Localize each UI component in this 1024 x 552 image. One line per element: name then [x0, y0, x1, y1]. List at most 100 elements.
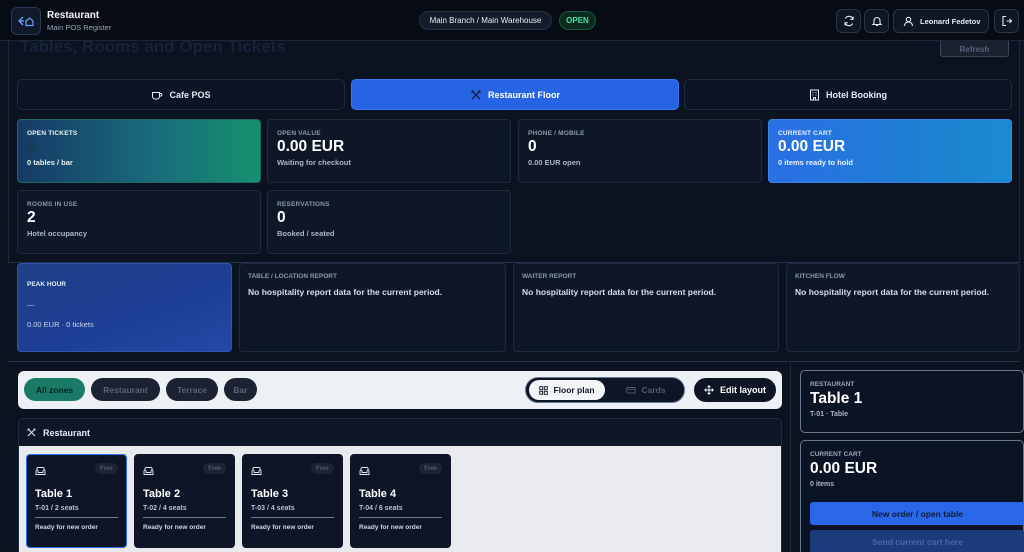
cart-label: CURRENT CART — [810, 451, 862, 458]
status-badge: OPEN — [559, 11, 596, 30]
table-seats: T-04 / 6 seats — [359, 505, 403, 512]
table-divider — [143, 517, 226, 518]
selected-table-card: RESTAURANT Table 1 T-01 · Table — [800, 370, 1024, 433]
peak-hour-value: – — [27, 297, 35, 312]
table-name: Table 2 — [143, 488, 181, 500]
peak-hour-card: PEAK HOUR – 0.00 EUR · 0 tickets — [17, 263, 232, 352]
zone-title: Restaurant — [43, 427, 91, 438]
stat-value: 0 — [528, 138, 537, 155]
utensils-icon — [27, 428, 36, 437]
floor-plan-panel: Restaurant Free Table 1 T-01 / 2 seats R… — [18, 418, 782, 552]
table-card-3[interactable]: Free Table 3 T-03 / 4 seats Ready for ne… — [242, 454, 343, 548]
stat-reservations: RESERVATIONS 0 Booked / seated — [267, 190, 511, 254]
stat-phone-mobile: PHONE / MOBILE 0 0.00 EUR open — [518, 119, 762, 183]
cards-label: Cards — [641, 385, 666, 395]
stat-open-value: OPEN VALUE 0.00 EUR Waiting for checkout — [267, 119, 511, 183]
floor-plan-label: Floor plan — [553, 385, 595, 395]
table-card-1[interactable]: Free Table 1 T-01 / 2 seats Ready for ne… — [26, 454, 127, 548]
view-toggle: Floor plan Cards — [525, 377, 685, 403]
stat-label: CURRENT CART — [778, 130, 833, 137]
stat-sub: 0 items ready to hold — [778, 158, 854, 167]
stat-rooms-in-use: ROOMS IN USE 2 Hotel occupancy — [17, 190, 261, 254]
report-label: PEAK HOUR — [27, 281, 67, 288]
table-card-2[interactable]: Free Table 2 T-02 / 4 seats Ready for ne… — [134, 454, 235, 548]
app-subtitle: Main POS Register — [47, 23, 112, 32]
table-status-badge: Free — [311, 463, 334, 474]
logout-button[interactable] — [994, 9, 1019, 33]
zone-toolbar: All zones Restaurant Terrace Bar Floor p… — [18, 371, 782, 409]
selected-table-sub: T-01 · Table — [810, 411, 848, 418]
tab-restaurant-floor-label: Restaurant Floor — [487, 89, 560, 100]
edit-layout-button[interactable]: Edit layout — [694, 378, 776, 402]
table-name: Table 3 — [251, 488, 289, 500]
stat-sub: 0.00 EUR open — [528, 158, 581, 167]
tab-restaurant-floor[interactable]: Restaurant Floor — [351, 79, 679, 110]
table-status-badge: Free — [203, 463, 226, 474]
selected-zone-label: RESTAURANT — [810, 381, 855, 388]
zone-filter-all[interactable]: All zones — [24, 378, 85, 401]
stat-value: 2 — [27, 209, 36, 226]
stat-label: PHONE / MOBILE — [528, 130, 585, 137]
table-divider — [35, 517, 118, 518]
user-name: Leonard Fedetov — [920, 16, 981, 26]
selected-table-name: Table 1 — [810, 390, 863, 407]
user-menu-button[interactable]: Leonard Fedetov — [893, 9, 989, 33]
refresh-icon — [843, 15, 854, 27]
sync-button[interactable] — [836, 9, 861, 33]
notifications-button[interactable] — [864, 9, 889, 33]
table-name: Table 4 — [359, 488, 397, 500]
peak-hour-sub: 0.00 EUR · 0 tickets — [27, 320, 94, 329]
send-cart-button[interactable]: Send current cart here — [810, 530, 1024, 552]
zone-filter-bar[interactable]: Bar — [224, 378, 257, 401]
bell-icon — [871, 17, 882, 27]
stat-label: OPEN VALUE — [277, 130, 321, 137]
table-status-badge: Free — [95, 463, 118, 474]
kitchen-flow-report: KITCHEN FLOW No hospitality report data … — [786, 263, 1020, 352]
stat-sub: Hotel occupancy — [27, 229, 88, 238]
floor-plan-toggle[interactable]: Floor plan — [529, 380, 605, 400]
hotel-icon — [810, 89, 819, 100]
top-bar: Restaurant Main POS Register Main Branch… — [0, 0, 1024, 41]
move-icon — [704, 385, 714, 395]
back-button[interactable] — [11, 7, 41, 35]
panel-border-left — [8, 41, 9, 263]
stat-value: 0 — [277, 209, 286, 226]
stat-sub: Booked / seated — [277, 229, 335, 238]
stat-value: 0.00 EUR — [277, 138, 345, 155]
stat-label: OPEN TICKETS — [27, 130, 78, 137]
table-seats: T-01 / 2 seats — [35, 505, 79, 512]
coffee-icon — [152, 92, 163, 100]
refresh-button[interactable]: Refresh — [940, 41, 1009, 57]
tab-cafe-pos[interactable]: Cafe POS — [17, 79, 345, 110]
cards-toggle[interactable]: Cards — [610, 380, 682, 400]
cart-items: 0 items — [810, 481, 835, 488]
stat-current-cart: CURRENT CART 0.00 EUR 0 items ready to h… — [768, 119, 1012, 183]
waiter-report: WAITER REPORT No hospitality report data… — [513, 263, 779, 352]
utensils-icon — [471, 89, 481, 99]
table-card-4[interactable]: Free Table 4 T-04 / 6 seats Ready for ne… — [350, 454, 451, 548]
report-label: KITCHEN FLOW — [795, 273, 845, 280]
sofa-icon — [251, 467, 262, 475]
tab-hotel-booking-label: Hotel Booking — [826, 89, 887, 100]
panel-border-right — [1019, 41, 1020, 263]
cards-icon — [626, 387, 637, 394]
new-order-button[interactable]: New order / open table — [810, 502, 1024, 525]
table-divider — [251, 517, 334, 518]
edit-layout-label: Edit layout — [719, 385, 766, 395]
grid-icon — [539, 385, 549, 395]
table-status-text: Ready for new order — [359, 524, 422, 531]
table-location-report: TABLE / LOCATION REPORT No hospitality r… — [239, 263, 506, 352]
tab-cafe-pos-label: Cafe POS — [169, 89, 211, 100]
page-header: Tables, Rooms and Open Tickets Refresh — [0, 41, 1024, 63]
table-status-badge: Free — [419, 463, 442, 474]
report-label: TABLE / LOCATION REPORT — [248, 273, 337, 280]
logout-icon — [1001, 15, 1012, 27]
branch-badge[interactable]: Main Branch / Main Warehouse — [419, 11, 552, 30]
zone-filter-terrace[interactable]: Terrace — [166, 378, 218, 401]
zone-filter-restaurant[interactable]: Restaurant — [91, 378, 160, 401]
tab-hotel-booking[interactable]: Hotel Booking — [684, 79, 1012, 110]
back-home-icon — [18, 16, 34, 27]
table-status-text: Ready for new order — [251, 524, 314, 531]
stat-open-tickets: OPEN TICKETS 0 0 tables / bar — [17, 119, 261, 183]
stat-label: ROOMS IN USE — [27, 201, 78, 208]
